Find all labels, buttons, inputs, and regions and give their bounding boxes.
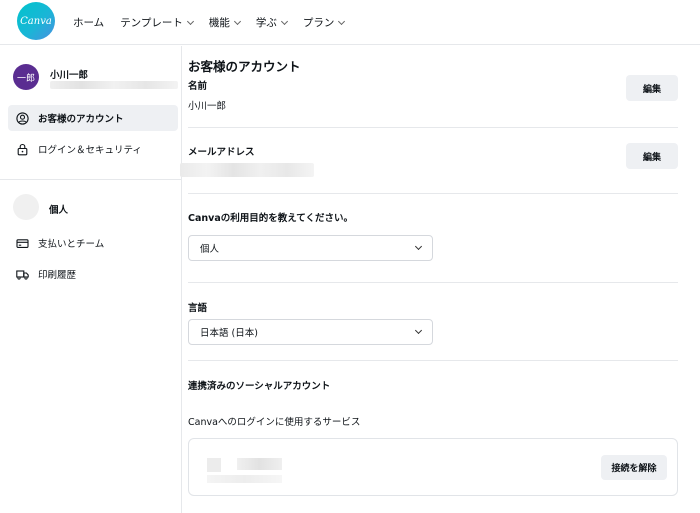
logo-text: Canva — [20, 15, 52, 27]
sidebar-item-label: ログイン＆セキュリティ — [38, 145, 142, 156]
nav-plans[interactable]: プラン — [302, 15, 346, 30]
sidebar-divider — [0, 179, 181, 180]
chevron-down-icon — [414, 326, 423, 335]
disconnect-button[interactable]: 接続を解除 — [601, 455, 667, 480]
chevron-down-icon — [186, 17, 194, 25]
social-title: 連携済みのソーシャルアカウント — [188, 381, 331, 392]
name-value: 小川一郎 — [188, 101, 227, 112]
credit-card-icon — [16, 237, 29, 250]
nav-features[interactable]: 機能 — [208, 15, 241, 30]
nav-plans-label: プラン — [302, 17, 335, 29]
redacted-service-name — [237, 458, 282, 470]
language-value: 日本語 (日本) — [200, 328, 258, 339]
divider — [188, 360, 678, 361]
main-nav: ホーム テンプレート 機能 学ぶ プラン — [73, 15, 346, 30]
top-navigation: Canva ホーム テンプレート 機能 学ぶ プラン — [0, 0, 700, 45]
sidebar-item-label: 印刷履歴 — [38, 270, 77, 281]
connected-service-card: 接続を解除 — [188, 438, 678, 496]
purpose-value: 個人 — [200, 244, 220, 255]
divider — [188, 193, 678, 194]
team-name: 個人 — [49, 205, 69, 216]
redacted-email-value — [180, 163, 314, 177]
nav-learn[interactable]: 学ぶ — [255, 15, 288, 30]
nav-home[interactable]: ホーム — [73, 15, 104, 30]
nav-templates-label: テンプレート — [120, 17, 183, 29]
canva-logo[interactable]: Canva — [17, 2, 55, 40]
chevron-down-icon — [338, 17, 346, 25]
chevron-down-icon — [280, 17, 288, 25]
sidebar-item-label: 支払いとチーム — [38, 239, 105, 250]
sidebar-item-label: お客様のアカウント — [38, 114, 124, 125]
sidebar-item-account[interactable]: お客様のアカウント — [8, 105, 178, 131]
social-description: Canvaへのログインに使用するサービス — [188, 417, 361, 428]
nav-features-label: 機能 — [208, 17, 230, 29]
nav-home-label: ホーム — [73, 17, 105, 29]
team-avatar — [13, 194, 39, 220]
redacted-service-icon — [207, 458, 221, 472]
language-select[interactable]: 日本語 (日本) — [188, 319, 433, 345]
chevron-down-icon — [233, 17, 241, 25]
truck-icon — [16, 268, 29, 281]
divider — [188, 282, 678, 283]
email-label: メールアドレス — [188, 147, 255, 158]
redacted-service-detail — [207, 475, 282, 483]
profile-name: 小川一郎 — [50, 70, 89, 81]
divider — [188, 127, 678, 128]
avatar: 一郎 — [13, 64, 39, 90]
nav-learn-label: 学ぶ — [255, 17, 277, 29]
settings-sidebar: 一郎 小川一郎 お客様のアカウント ログイン＆セキュリティ 個人 支払いとチーム… — [0, 46, 182, 513]
edit-email-button[interactable]: 編集 — [626, 143, 678, 169]
purpose-select[interactable]: 個人 — [188, 235, 433, 261]
redacted-email — [50, 81, 178, 89]
sidebar-item-security[interactable]: ログイン＆セキュリティ — [8, 136, 178, 162]
chevron-down-icon — [414, 242, 423, 251]
name-label: 名前 — [188, 81, 208, 92]
lock-icon — [16, 143, 29, 156]
nav-templates[interactable]: テンプレート — [120, 15, 194, 30]
edit-name-button[interactable]: 編集 — [626, 75, 678, 101]
sidebar-item-billing[interactable]: 支払いとチーム — [8, 230, 178, 256]
sidebar-item-print-history[interactable]: 印刷履歴 — [8, 261, 178, 287]
page-title: お客様のアカウント — [188, 59, 301, 74]
purpose-label: Canvaの利用目的を教えてください。 — [188, 213, 353, 224]
language-label: 言語 — [188, 303, 208, 314]
account-settings: お客様のアカウント 名前 小川一郎 編集 メールアドレス 編集 Canvaの利用… — [180, 46, 688, 513]
user-circle-icon — [16, 111, 29, 125]
